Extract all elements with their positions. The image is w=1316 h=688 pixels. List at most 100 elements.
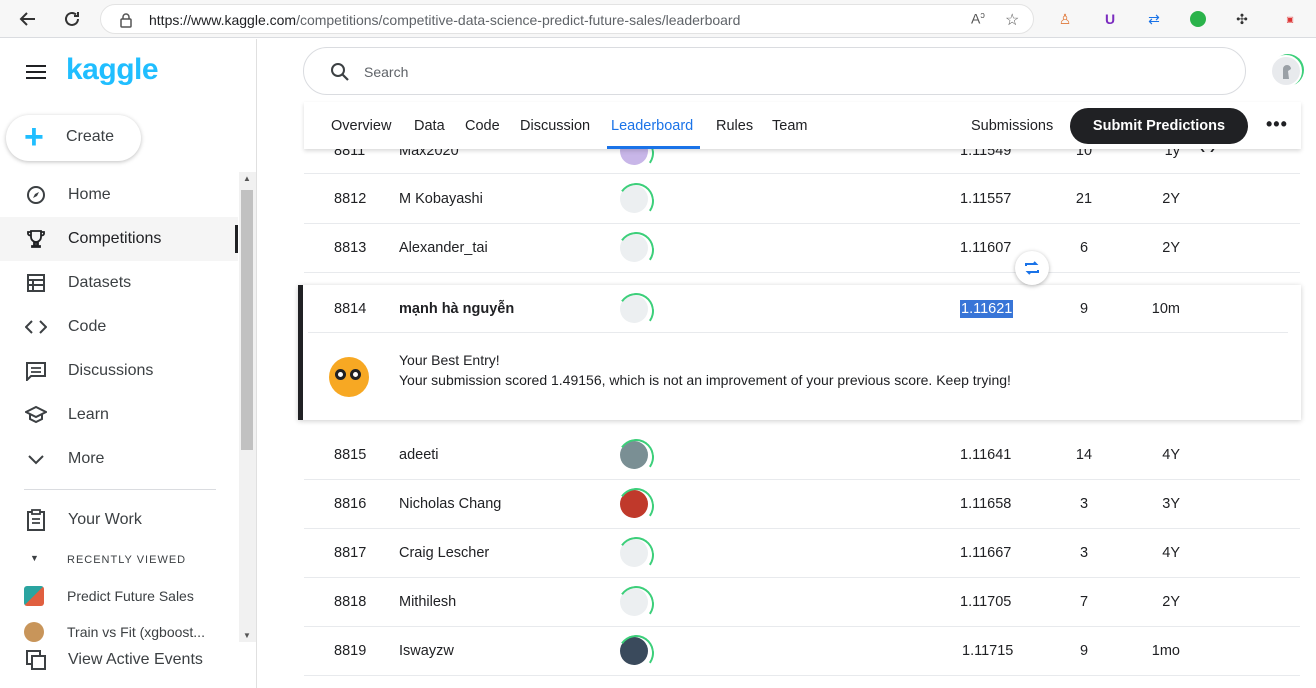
sidebar-item-your-work[interactable]: Your Work [0, 498, 238, 542]
sidebar-item-home[interactable]: Home [0, 173, 238, 217]
team-avatar[interactable] [620, 185, 648, 213]
team-avatar[interactable] [620, 490, 648, 518]
sidebar-item-more[interactable]: More [0, 437, 238, 481]
scroll-up-icon[interactable]: ▲ [243, 174, 251, 183]
team-avatar[interactable] [620, 637, 648, 665]
tab-leaderboard[interactable]: Leaderboard [611, 118, 693, 134]
comment-icon [24, 359, 48, 383]
rank-cell: 8817 [334, 545, 367, 561]
more-options-icon[interactable]: ••• [1266, 114, 1288, 135]
team-name[interactable]: mạnh hà nguyễn [399, 301, 514, 317]
tab-data[interactable]: Data [414, 118, 445, 134]
score-cell: 1.11621 [960, 300, 1014, 318]
address-bar[interactable]: https://www.kaggle.com/competitions/comp… [100, 4, 1034, 34]
extension-figure-icon[interactable]: ♙ [1055, 9, 1075, 29]
sidebar-item-competitions[interactable]: Competitions [0, 217, 238, 261]
submit-predictions-button[interactable]: Submit Predictions [1070, 108, 1248, 144]
scroll-down-icon[interactable]: ▼ [243, 631, 251, 640]
team-name[interactable]: Alexander_tai [399, 240, 488, 256]
your-entry-card: 8814 mạnh hà nguyễn 1.11621 9 10m Your B… [298, 285, 1301, 420]
sidebar-item-active-events[interactable]: View Active Events [0, 638, 238, 682]
score-cell: 1.11557 [960, 191, 1012, 207]
extension-u-icon[interactable]: U [1100, 9, 1120, 29]
team-avatar[interactable] [620, 588, 648, 616]
competition-thumbnail [24, 586, 44, 606]
team-avatar[interactable] [620, 295, 648, 323]
search-bar [303, 47, 1246, 95]
sidebar-item-code[interactable]: Code [0, 305, 238, 349]
rank-cell: 8818 [334, 594, 367, 610]
tab-code[interactable]: Code [465, 118, 500, 134]
competition-tabs: Overview Data Code Discussion Leaderboar… [304, 102, 1301, 149]
last-cell: 1mo [1151, 643, 1180, 659]
recent-item[interactable]: Predict Future Sales [24, 584, 244, 608]
extension-green-icon[interactable] [1188, 9, 1208, 29]
team-avatar[interactable] [620, 539, 648, 567]
team-name[interactable]: Iswayzw [399, 643, 454, 659]
score-cell: 1.11658 [960, 496, 1012, 512]
extension-badge-icon[interactable]: ▣ [1280, 9, 1300, 29]
rank-cell: 8815 [334, 447, 367, 463]
sidebar-item-label: View Active Events [68, 651, 203, 668]
create-button[interactable]: + Create [6, 115, 141, 161]
menu-icon[interactable] [26, 65, 46, 79]
team-avatar[interactable] [620, 234, 648, 262]
scrollbar-thumb[interactable] [241, 190, 253, 450]
tab-discussion[interactable]: Discussion [520, 118, 590, 134]
kaggle-logo[interactable]: kaggle [66, 53, 159, 87]
entries-cell: 6 [1079, 240, 1089, 256]
score-cell: 1.11607 [960, 240, 1012, 256]
score-cell: 1.11715 [962, 643, 1014, 659]
browser-toolbar: https://www.kaggle.com/competitions/comp… [0, 0, 1316, 38]
entries-cell: 9 [1079, 301, 1089, 317]
table-row[interactable]: 8813 Alexander_tai 1.11607 6 2Y [304, 224, 1300, 273]
entries-cell: 9 [1079, 643, 1089, 659]
read-aloud-icon[interactable]: Aↄ [971, 10, 985, 27]
last-cell: 2Y [1162, 594, 1180, 610]
entries-cell: 3 [1079, 545, 1089, 561]
tab-rules[interactable]: Rules [716, 118, 753, 134]
table-row[interactable]: 8816 Nicholas Chang 1.11658 3 3Y [304, 480, 1300, 529]
table-row[interactable]: 8817 Craig Lescher 1.11667 3 4Y [304, 529, 1300, 578]
submissions-link[interactable]: Submissions [971, 118, 1053, 134]
team-name[interactable]: Nicholas Chang [399, 496, 501, 512]
favorite-star-icon[interactable]: ☆ [1005, 10, 1019, 30]
team-name[interactable]: adeeti [399, 447, 439, 463]
table-row[interactable]: 8812 M Kobayashi 1.11557 21 2Y [304, 175, 1300, 224]
copy-icon [24, 648, 48, 672]
sidebar-item-label: Your Work [68, 511, 142, 528]
extensions-puzzle-icon[interactable]: ✣ [1232, 9, 1252, 29]
sidebar-scrollbar[interactable]: ▲ ▼ [239, 172, 256, 642]
sidebar-item-datasets[interactable]: Datasets [0, 261, 238, 305]
caret-down-icon[interactable]: ▼ [30, 553, 39, 563]
best-entry-message: Your submission scored 1.49156, which is… [399, 372, 1011, 388]
refresh-icon[interactable] [60, 7, 84, 31]
sidebar-item-learn[interactable]: Learn [0, 393, 238, 437]
card-divider [308, 332, 1288, 333]
table-icon [24, 271, 48, 295]
tab-overview[interactable]: Overview [331, 118, 391, 134]
rank-cell: 8819 [334, 643, 367, 659]
table-row[interactable]: 8815 adeeti 1.11641 14 4Y [304, 431, 1300, 480]
search-input[interactable] [364, 61, 1164, 83]
team-name[interactable]: Mithilesh [399, 594, 456, 610]
last-cell: 3Y [1162, 496, 1180, 512]
table-row[interactable]: 8819 Iswayzw 1.11715 9 1mo [304, 627, 1300, 676]
entries-cell: 7 [1079, 594, 1089, 610]
user-avatar[interactable] [1270, 55, 1302, 87]
sync-icon[interactable] [1015, 251, 1049, 285]
chevron-down-icon [24, 447, 48, 471]
back-icon[interactable] [16, 7, 40, 31]
sidebar-item-label: Competitions [68, 230, 162, 247]
sidebar-item-discussions[interactable]: Discussions [0, 349, 238, 393]
table-row[interactable]: 8818 Mithilesh 1.11705 7 2Y [304, 578, 1300, 627]
last-cell: 10m [1151, 301, 1180, 317]
team-name[interactable]: Craig Lescher [399, 545, 489, 561]
tab-team[interactable]: Team [772, 118, 807, 134]
sidebar-item-label: More [68, 450, 105, 467]
team-avatar[interactable] [620, 441, 648, 469]
extension-sync-icon[interactable]: ⇄ [1144, 9, 1164, 29]
search-icon [331, 63, 349, 81]
team-name[interactable]: M Kobayashi [399, 191, 483, 207]
user-avatar-icon [1283, 65, 1291, 79]
